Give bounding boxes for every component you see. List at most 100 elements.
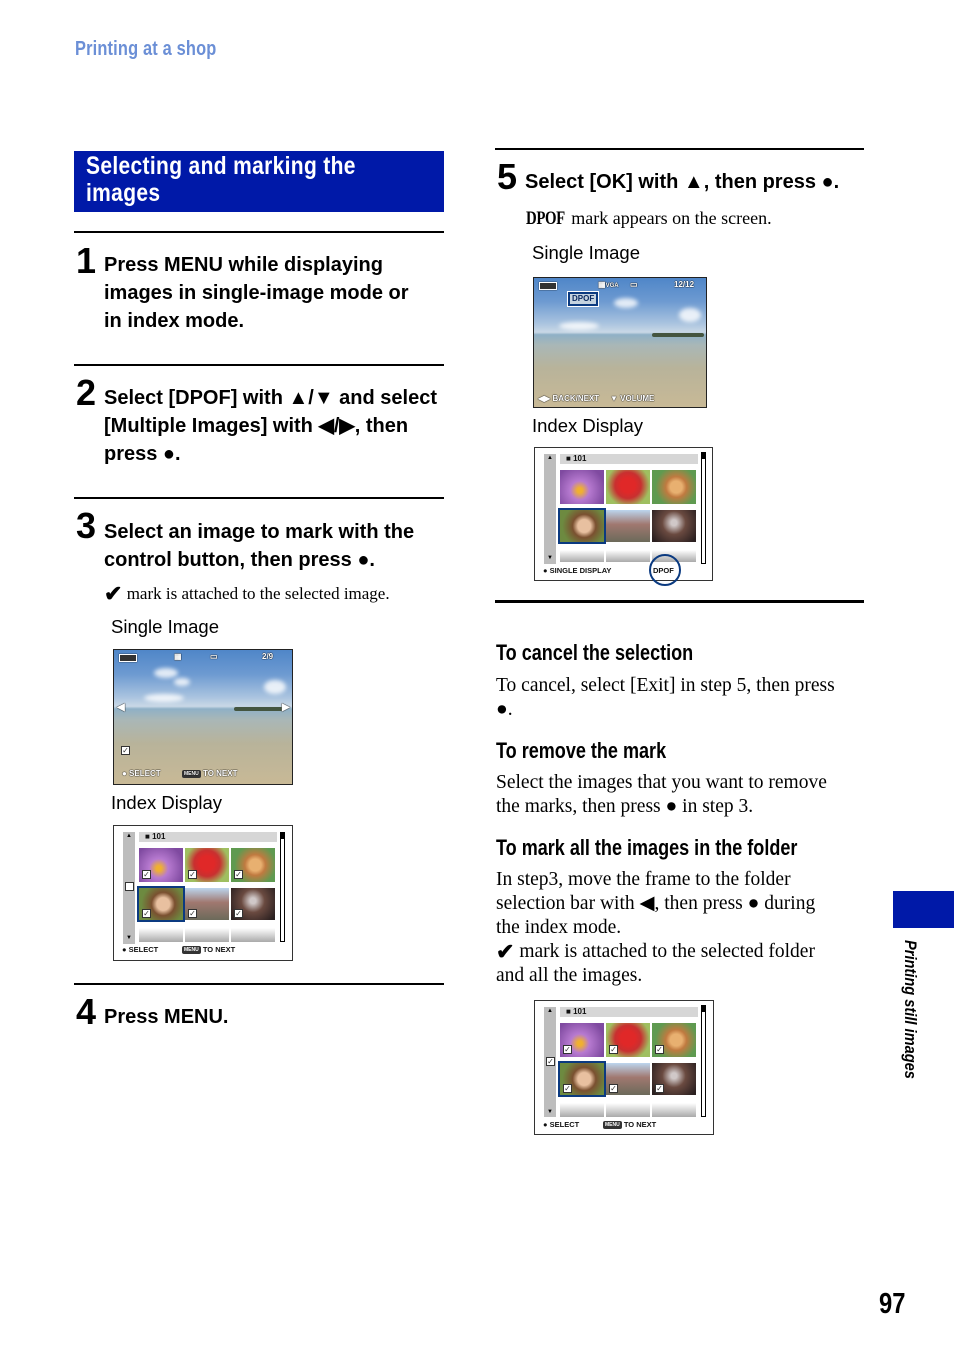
step-line: Press MENU. xyxy=(104,1006,229,1028)
step-3-note: ✔ mark is attached to the selected image… xyxy=(104,581,390,606)
step-1-text: Press MENU while displaying images in si… xyxy=(104,251,449,335)
folder-bar: ■ 101 xyxy=(560,454,698,464)
footer-select: ● SELECT xyxy=(543,1120,580,1129)
folder-number: 101 xyxy=(573,1007,587,1016)
image-quality: VGA xyxy=(605,283,619,289)
footer-volume: ▼ VOLUME xyxy=(610,394,655,403)
step-number-1: 1 xyxy=(76,240,97,281)
tip-heading-mark-folder: To mark all the images in the folder xyxy=(496,835,798,860)
step-number-2: 2 xyxy=(76,372,97,413)
footer-next-text: TO NEXT xyxy=(623,1120,657,1129)
note-text: mark is attached to the selected image. xyxy=(126,584,390,603)
menu-button-icon: MENU xyxy=(182,946,201,954)
footer-back-next: ◀▶ BACK/NEXT xyxy=(538,394,600,403)
next-arrow-icon: ▶ xyxy=(282,702,290,713)
footer-menu-next: MENU TO NEXT xyxy=(603,1120,656,1129)
footer-select: ● SELECT xyxy=(122,945,159,954)
step-line: Select [OK] with ▲, then press ●. xyxy=(525,171,840,193)
single-image-label: Single Image xyxy=(532,242,640,263)
menu-button-icon: MENU xyxy=(182,770,201,778)
step-divider xyxy=(74,983,444,985)
tip-line: the index mode. xyxy=(496,917,622,938)
check-mark-icon: ✓ xyxy=(655,1045,664,1054)
dpof-badge: DPOF xyxy=(566,291,600,307)
footer-next-text: TO NEXT xyxy=(202,769,238,778)
check-mark-icon: ✓ xyxy=(121,746,130,755)
section-title-line: Selecting and marking the xyxy=(86,152,356,180)
check-mark-icon: ✔ xyxy=(104,581,123,606)
folder-number: 101 xyxy=(573,454,587,463)
tip-heading-cancel: To cancel the selection xyxy=(496,640,694,665)
tip-line: In step3, move the frame to the folder xyxy=(496,869,791,890)
thumbnail-two-girls xyxy=(606,510,650,542)
tip-heading-remove: To remove the mark xyxy=(496,738,667,763)
step-divider xyxy=(74,497,444,499)
note-text: mark is attached to the selected folder xyxy=(519,941,815,962)
step-line: Select [DPOF] with ▲/▼ and select xyxy=(104,387,437,409)
memory-card-icon: ▭ xyxy=(210,652,218,661)
check-mark-icon: ✓ xyxy=(655,1084,664,1093)
folder-bar: ■ 101 xyxy=(139,832,277,842)
check-mark-icon: ✓ xyxy=(234,909,243,918)
thumbnail-dog xyxy=(652,470,696,504)
step-line: in index mode. xyxy=(104,310,245,332)
scrollbar xyxy=(701,452,706,564)
camera-screen-index-display: ▲ ▼ ■ 101 ✓ ✓ ✓ ✓ ✓ ✓ ● SELECT MENU TO N… xyxy=(113,825,293,961)
empty-thumbnail xyxy=(139,928,183,942)
thumbnail-purple-flower xyxy=(560,470,604,504)
empty-thumbnail xyxy=(652,1103,696,1117)
step-5-note: DPOF mark appears on the screen. xyxy=(526,206,772,231)
scroll-up-icon: ▲ xyxy=(547,1008,553,1014)
step-line: press ●. xyxy=(104,443,181,465)
step-4-text: Press MENU. xyxy=(104,1003,229,1031)
previous-arrow-icon: ◀ xyxy=(117,702,125,713)
image-counter: 2/9 xyxy=(262,652,274,661)
empty-thumbnail xyxy=(560,550,604,562)
step-divider xyxy=(74,364,444,366)
tip-line: the marks, then press ● in step 3. xyxy=(496,796,754,817)
step-number-3: 3 xyxy=(76,505,97,546)
camera-screen-single-image-dpof: ▦VGA ▭ 12/12 DPOF ◀▶ BACK/NEXT ▼ VOLUME xyxy=(533,277,707,408)
step-5-text: Select [OK] with ▲, then press ●. xyxy=(525,168,839,196)
step-line: Press MENU while displaying xyxy=(104,254,383,276)
scroll-up-icon: ▲ xyxy=(547,455,553,461)
empty-thumbnail xyxy=(560,1103,604,1117)
scrollbar xyxy=(280,832,285,942)
folder-checkbox-checked: ✓ xyxy=(546,1057,555,1066)
step-divider xyxy=(495,148,864,150)
step-number-4: 4 xyxy=(76,991,97,1032)
tip-line: ●. xyxy=(496,699,513,720)
tip-line: To cancel, select [Exit] in step 5, then… xyxy=(496,675,835,696)
step-line: images in single-image mode or xyxy=(104,282,409,304)
thumbnail-red-flower xyxy=(606,470,650,504)
thumbnail-child-portrait xyxy=(558,508,606,544)
section-title: Selecting and marking the images xyxy=(86,153,439,207)
check-mark-icon: ✓ xyxy=(188,870,197,879)
check-mark-icon: ✓ xyxy=(609,1045,618,1054)
chapter-title-vertical: Printing still images xyxy=(901,940,920,1079)
footer-single-display: ● SINGLE DISPLAY xyxy=(543,566,612,575)
empty-thumbnail xyxy=(606,550,650,562)
folder-selection-bar xyxy=(544,454,556,564)
battery-icon xyxy=(119,654,137,662)
empty-thumbnail xyxy=(185,928,229,942)
camera-screen-single-image: ▦ ▭ 2/9 ◀ ▶ ✓ ● SELECT MENU TO NEXT xyxy=(113,649,293,785)
scroll-down-icon: ▼ xyxy=(547,555,553,561)
check-mark-icon: ✓ xyxy=(563,1084,572,1093)
page-number: 97 xyxy=(879,1288,906,1320)
tip-line: Select the images that you want to remov… xyxy=(496,772,827,793)
folder-number: 101 xyxy=(152,832,166,841)
thumbnail-night-tree xyxy=(652,510,696,542)
page-header-breadcrumb: Printing at a shop xyxy=(75,38,217,60)
tip-line: ✔ mark is attached to the selected folde… xyxy=(496,940,866,964)
scrollbar xyxy=(701,1005,706,1117)
section-divider xyxy=(495,600,864,603)
menu-button-icon: MENU xyxy=(603,1121,622,1129)
highlight-circle xyxy=(649,554,681,586)
dpof-mark-icon: DPOF xyxy=(526,208,565,229)
index-display-label: Index Display xyxy=(532,415,644,436)
scroll-down-icon: ▼ xyxy=(126,935,132,941)
image-counter: 12/12 xyxy=(674,280,695,289)
tip-body-remove: Select the images that you want to remov… xyxy=(496,771,866,819)
note-text: mark appears on the screen. xyxy=(571,208,772,228)
